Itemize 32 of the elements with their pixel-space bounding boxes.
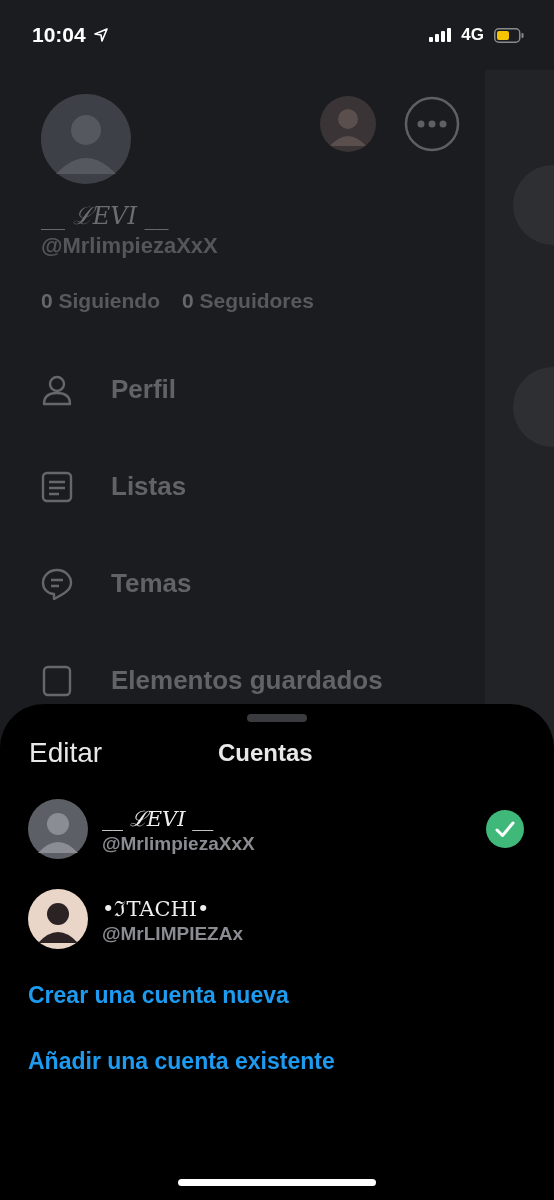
user-handle: @MrlimpiezaXxX: [41, 233, 219, 259]
avatar[interactable]: [41, 94, 131, 184]
sheet-title: Cuentas: [218, 739, 313, 767]
signal-icon: [429, 28, 452, 42]
edit-button[interactable]: Editar: [29, 737, 103, 769]
battery-icon: [494, 27, 524, 43]
location-arrow-icon: [93, 28, 108, 42]
menu-item[interactable]: Temas: [41, 535, 485, 632]
status-time: 10:04: [32, 23, 86, 47]
menu-item[interactable]: Listas: [41, 438, 485, 535]
account-row[interactable]: •ℑTACHI• @MrLIMPIEZAx: [0, 874, 554, 964]
follow-stat[interactable]: 0 Siguiendo: [41, 289, 160, 313]
sheet-handle[interactable]: [247, 714, 307, 722]
network-type: 4G: [461, 25, 484, 45]
avatar[interactable]: [320, 96, 376, 152]
avatar: [28, 799, 88, 859]
speech-bubble-icon: [41, 567, 73, 600]
menu-item[interactable]: Perfil: [41, 341, 485, 438]
account-handle: @MrlimpiezaXxX: [102, 832, 255, 855]
bookmark-icon: [41, 664, 73, 697]
account-handle: @MrLIMPIEZAx: [102, 922, 243, 945]
more-icon[interactable]: [404, 96, 460, 152]
follow-stat[interactable]: 0 Seguidores: [182, 289, 314, 313]
account-link[interactable]: Crear una cuenta nueva: [28, 964, 289, 1030]
account-name: •ℑTACHI•: [102, 895, 211, 922]
account-row[interactable]: __ ℒEVI __ @MrlimpiezaXxX: [0, 784, 554, 874]
account-name: __ ℒEVI __: [102, 805, 215, 832]
list-icon: [41, 470, 73, 503]
account-link[interactable]: Añadir una cuenta existente: [28, 1030, 335, 1096]
person-icon: [41, 373, 73, 406]
display-name: __ ℒEVI __: [41, 201, 170, 231]
avatar: [28, 889, 88, 949]
